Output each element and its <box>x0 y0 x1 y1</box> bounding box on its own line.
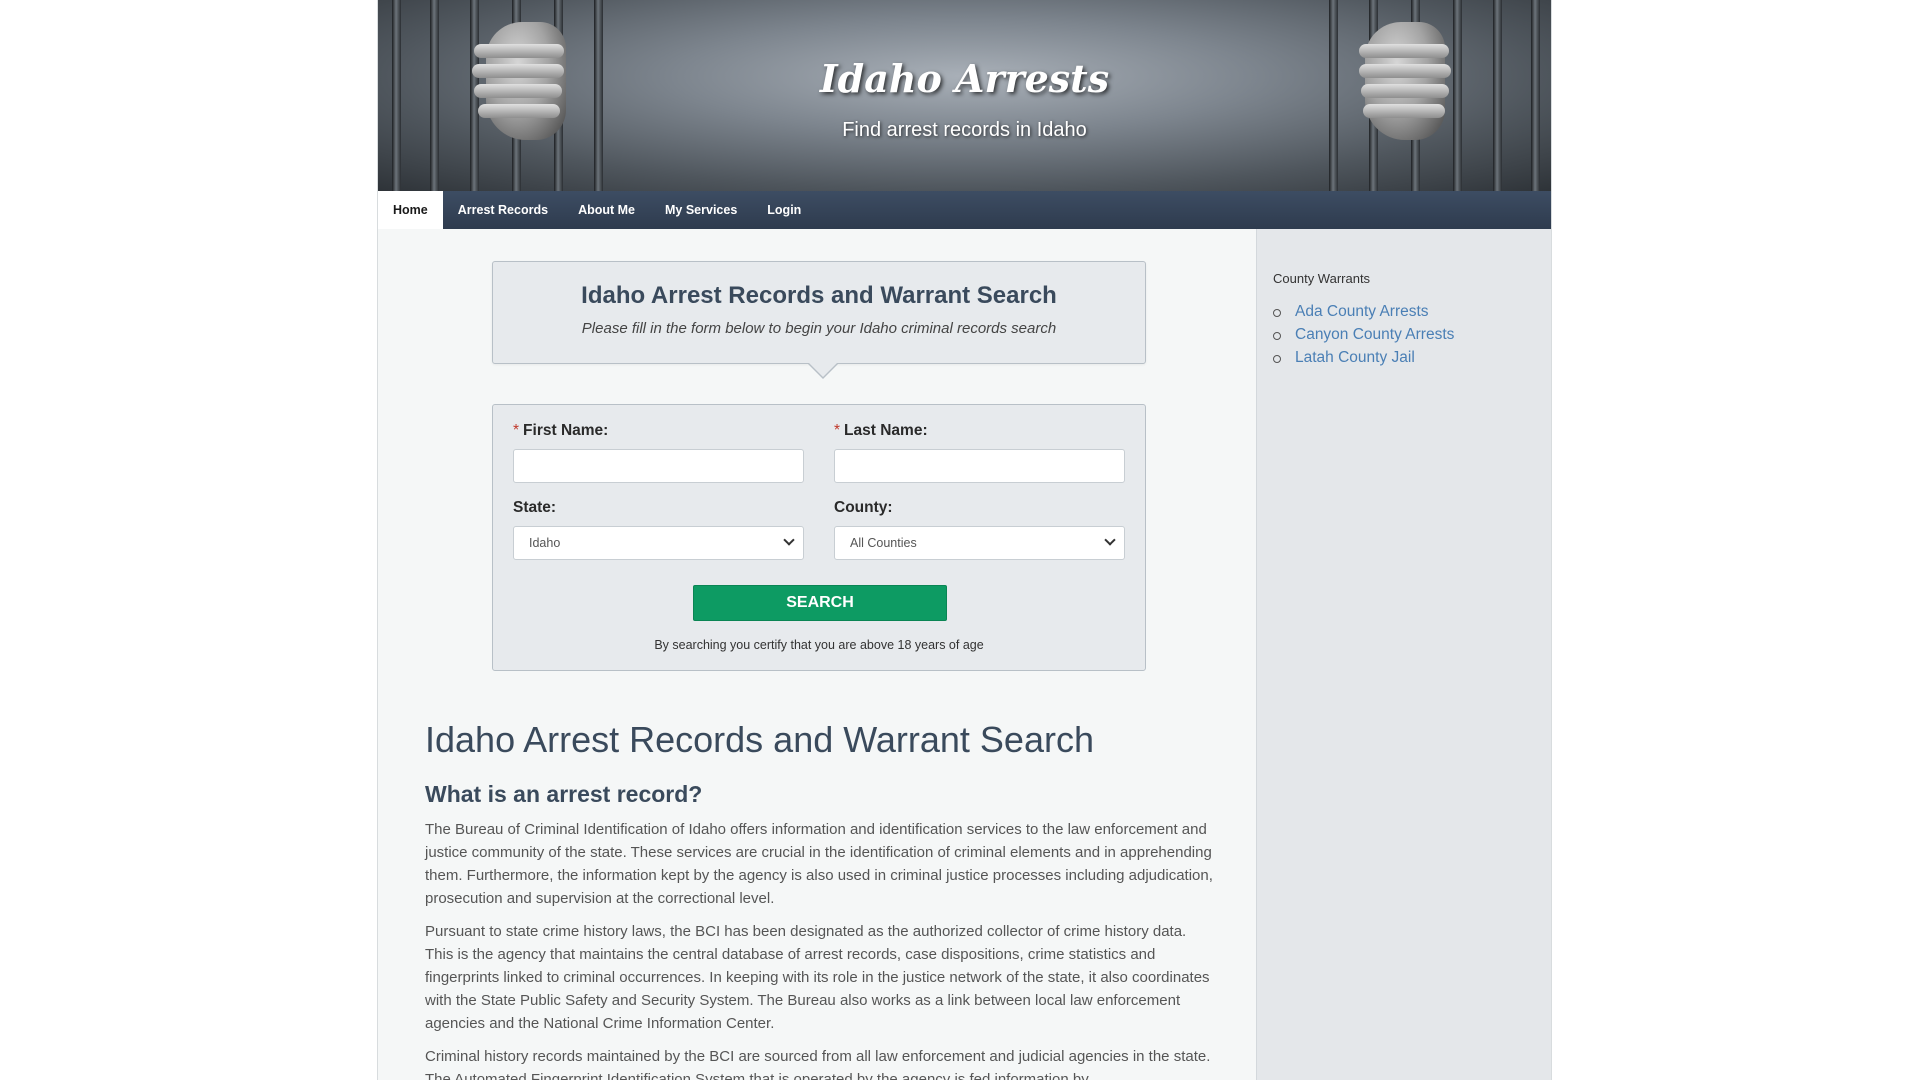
chevron-down-icon <box>1104 534 1116 546</box>
list-item: Latah County Jail <box>1273 346 1535 369</box>
site-banner: Idaho Arrests Find arrest records in Ida… <box>378 0 1551 191</box>
article-heading: Idaho Arrest Records and Warrant Search <box>425 719 1094 760</box>
county-warrants-list: Ada County Arrests Canyon County Arrests… <box>1273 300 1535 369</box>
site-title: Idaho Arrests <box>819 56 1110 101</box>
required-marker: * <box>834 422 841 439</box>
search-header-subtitle: Please fill in the form below to begin y… <box>581 320 1057 337</box>
article-paragraph: Pursuant to state crime history laws, th… <box>425 923 1210 1032</box>
age-certification-text: By searching you certify that you are ab… <box>654 638 984 652</box>
search-form: * First Name: * Last Name: State: Idaho Co… <box>492 404 1146 671</box>
last-name-input[interactable] <box>834 449 1125 483</box>
state-select[interactable]: Idaho <box>513 526 804 560</box>
list-item: Ada County Arrests <box>1273 300 1535 323</box>
nav-home[interactable]: Home <box>378 191 443 229</box>
link-ada-county-arrests[interactable]: Ada County Arrests <box>1295 303 1429 320</box>
last-name-label: * Last Name: <box>834 422 928 439</box>
nav-my-services[interactable]: My Services <box>650 191 752 229</box>
required-marker: * <box>513 422 520 439</box>
search-header-box: Idaho Arrest Records and Warrant Search … <box>492 261 1146 379</box>
first-name-field: * First Name: <box>513 422 804 483</box>
article-paragraph: Criminal history records maintained by t… <box>425 1048 1211 1080</box>
first-name-label: * First Name: <box>513 422 609 439</box>
article-paragraph: The Bureau of Criminal Identification of… <box>425 821 1213 907</box>
main-nav: Home Arrest Records About Me My Services… <box>378 191 1551 229</box>
link-canyon-county-arrests[interactable]: Canyon County Arrests <box>1295 326 1454 343</box>
chevron-down-icon <box>783 534 795 546</box>
nav-arrest-records[interactable]: Arrest Records <box>443 191 563 229</box>
nav-about-me[interactable]: About Me <box>563 191 650 229</box>
search-header-title: Idaho Arrest Records and Warrant Search <box>581 282 1057 309</box>
search-button[interactable]: SEARCH <box>693 585 947 621</box>
link-latah-county-jail[interactable]: Latah County Jail <box>1295 349 1415 366</box>
state-select-value: Idaho <box>529 536 561 550</box>
site-subtitle: Find arrest records in Idaho <box>842 119 1087 141</box>
article: Idaho Arrest Records and Warrant Search … <box>425 719 1225 1080</box>
county-select-value: All Counties <box>850 536 917 550</box>
first-name-input[interactable] <box>513 449 804 483</box>
list-item: Canyon County Arrests <box>1273 323 1535 346</box>
page: Idaho Arrests Find arrest records in Ida… <box>377 0 1552 1080</box>
county-label: County: <box>834 499 893 516</box>
article-subheading: What is an arrest record? <box>425 781 703 807</box>
county-field: County: All Counties <box>834 499 1125 560</box>
sidebar-heading: County Warrants <box>1273 271 1371 286</box>
state-field: State: Idaho <box>513 499 804 560</box>
sidebar: County Warrants Ada County Arrests Canyo… <box>1256 229 1551 1080</box>
last-name-field: * Last Name: <box>834 422 1125 483</box>
county-select[interactable]: All Counties <box>834 526 1125 560</box>
state-label: State: <box>513 499 557 516</box>
nav-login[interactable]: Login <box>752 191 816 229</box>
